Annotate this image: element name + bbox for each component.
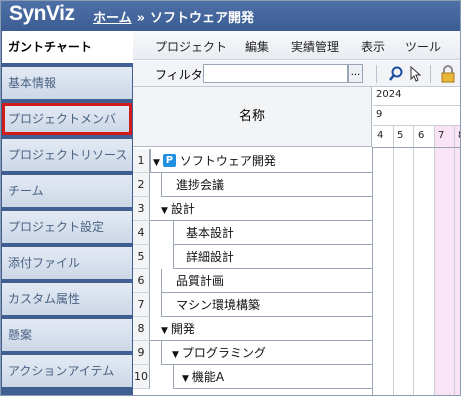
timeline-day: 7 xyxy=(438,130,445,141)
table-row[interactable]: 8 ▼ 開発 xyxy=(133,317,372,341)
task-name-cell[interactable]: ▼ P ソフトウェア開発 xyxy=(150,149,372,173)
gantt-grid: 2024 9 4 5 6 7 8 名称 1 ▼Pソフトウェア開発 2 進捗会議 … xyxy=(133,87,460,395)
pointer-icon[interactable] xyxy=(407,65,425,83)
sidebar-item-attachments[interactable]: 添付ファイル xyxy=(2,247,132,279)
table-row[interactable]: 4 基本設計 xyxy=(133,221,372,245)
sidebar-item-gantt-chart[interactable]: ガントチャート xyxy=(2,31,133,63)
grid-splitter[interactable] xyxy=(372,147,373,395)
name-column-header[interactable]: 名称 xyxy=(133,87,372,147)
row-number: 4 xyxy=(133,221,150,245)
timeline-day: 6 xyxy=(418,130,425,141)
sidebar-item-project-members[interactable]: プロジェクトメンバ xyxy=(2,103,132,135)
task-name: 機能A xyxy=(191,370,225,384)
app-header: SynViz ホーム » ソフトウェア開発 xyxy=(1,1,460,31)
collapse-triangle-icon[interactable]: ▼ xyxy=(182,374,189,384)
app-window: SynViz ホーム » ソフトウェア開発 ガントチャート 基本情報 プロジェクトメ… xyxy=(0,0,461,396)
table-row[interactable]: 5 詳細設計 xyxy=(133,245,372,269)
task-name: プログラミング xyxy=(181,346,266,360)
table-row[interactable]: 9 ▼ プログラミング xyxy=(133,341,372,365)
project-icon: P xyxy=(162,154,176,167)
task-name-cell[interactable]: 進捗会議 xyxy=(161,173,372,197)
task-name-cell[interactable]: 詳細設計 xyxy=(173,245,372,269)
sidebar-item-custom-attributes[interactable]: カスタム属性 xyxy=(2,283,132,315)
task-name: 開発 xyxy=(170,322,195,336)
day-gridline xyxy=(393,125,394,395)
filter-input[interactable] xyxy=(203,64,348,83)
menu-view[interactable]: 表示 xyxy=(361,38,385,55)
table-row[interactable]: 1 ▼ P ソフトウェア開発 xyxy=(133,149,372,173)
timeline-month: 9 xyxy=(376,109,383,120)
sidebar-item-project-settings[interactable]: プロジェクト設定 xyxy=(2,211,132,243)
task-name-cell[interactable]: ▼ 開発 xyxy=(150,317,372,341)
menu-bar: プロジェクト 編集 実績管理 表示 ツール xyxy=(133,31,460,60)
day-gridline xyxy=(434,125,435,395)
task-name: ソフトウェア開発 xyxy=(179,154,276,168)
menu-actuals[interactable]: 実績管理 xyxy=(291,38,339,55)
toolbar-divider xyxy=(376,65,377,83)
table-row[interactable]: 10 ▼ 機能A xyxy=(133,365,372,389)
task-name-cell[interactable]: マシン環境構築 xyxy=(161,293,372,317)
day-gridline xyxy=(454,125,455,395)
filter-browse-button[interactable]: ... xyxy=(348,64,363,83)
collapse-triangle-icon[interactable]: ▼ xyxy=(161,206,168,216)
sidebar: ガントチャート 基本情報 プロジェクトメンバ プロジェクトリソース チーム プロ… xyxy=(1,31,133,395)
breadcrumb: ホーム » ソフトウェア開発 xyxy=(93,7,254,26)
timeline-day: 5 xyxy=(397,130,404,141)
row-number: 10 xyxy=(133,365,150,389)
menu-project[interactable]: プロジェクト xyxy=(155,38,227,55)
row-number: 3 xyxy=(133,197,150,221)
menu-tools[interactable]: ツール xyxy=(405,38,441,55)
table-row[interactable]: 7 マシン環境構築 xyxy=(133,293,372,317)
breadcrumb-current: ソフトウェア開発 xyxy=(150,11,255,26)
timeline-divider xyxy=(373,147,460,148)
weekend-column xyxy=(434,125,460,395)
timeline-divider xyxy=(373,125,460,126)
sidebar-item-issues[interactable]: 懸案 xyxy=(2,319,132,351)
collapse-triangle-icon[interactable]: ▼ xyxy=(153,158,160,168)
timeline-year: 2024 xyxy=(376,89,402,100)
timeline-divider xyxy=(373,105,460,106)
row-number: 8 xyxy=(133,317,150,341)
menu-edit[interactable]: 編集 xyxy=(245,38,269,55)
task-name-cell[interactable]: ▼ 機能A xyxy=(173,365,372,389)
table-row[interactable]: 6 品質計画 xyxy=(133,269,372,293)
day-gridline xyxy=(413,125,414,395)
row-number: 1 xyxy=(133,149,150,173)
toolbar: フィルタ ... xyxy=(133,61,460,87)
collapse-triangle-icon[interactable]: ▼ xyxy=(172,350,179,360)
table-row[interactable]: 3 ▼ 設計 xyxy=(133,197,372,221)
breadcrumb-separator: » xyxy=(136,11,146,26)
row-number: 6 xyxy=(133,269,150,293)
toolbar-divider xyxy=(430,65,431,83)
filter-label: フィルタ xyxy=(155,68,203,82)
row-number: 9 xyxy=(133,341,150,365)
breadcrumb-home-link[interactable]: ホーム xyxy=(93,11,132,26)
table-row[interactable]: 2 進捗会議 xyxy=(133,173,372,197)
collapse-triangle-icon[interactable]: ▼ xyxy=(161,326,168,336)
timeline-day: 4 xyxy=(377,130,384,141)
task-name: 設計 xyxy=(170,202,195,216)
row-number: 7 xyxy=(133,293,150,317)
row-number: 5 xyxy=(133,245,150,269)
task-name-cell[interactable]: ▼ プログラミング xyxy=(161,341,372,365)
task-name-cell[interactable]: 基本設計 xyxy=(173,221,372,245)
sidebar-item-project-resources[interactable]: プロジェクトリソース xyxy=(2,139,132,171)
task-name-cell[interactable]: ▼ 設計 xyxy=(150,197,372,221)
row-number: 2 xyxy=(133,173,150,197)
sidebar-item-basic-info[interactable]: 基本情報 xyxy=(2,67,132,99)
sidebar-item-team[interactable]: チーム xyxy=(2,175,132,207)
task-name-cell[interactable]: 品質計画 xyxy=(161,269,372,293)
sidebar-item-action-items[interactable]: アクションアイテム xyxy=(2,355,132,387)
app-logo: SynViz xyxy=(9,2,75,25)
lock-icon[interactable] xyxy=(439,65,457,83)
search-icon[interactable] xyxy=(387,65,405,83)
